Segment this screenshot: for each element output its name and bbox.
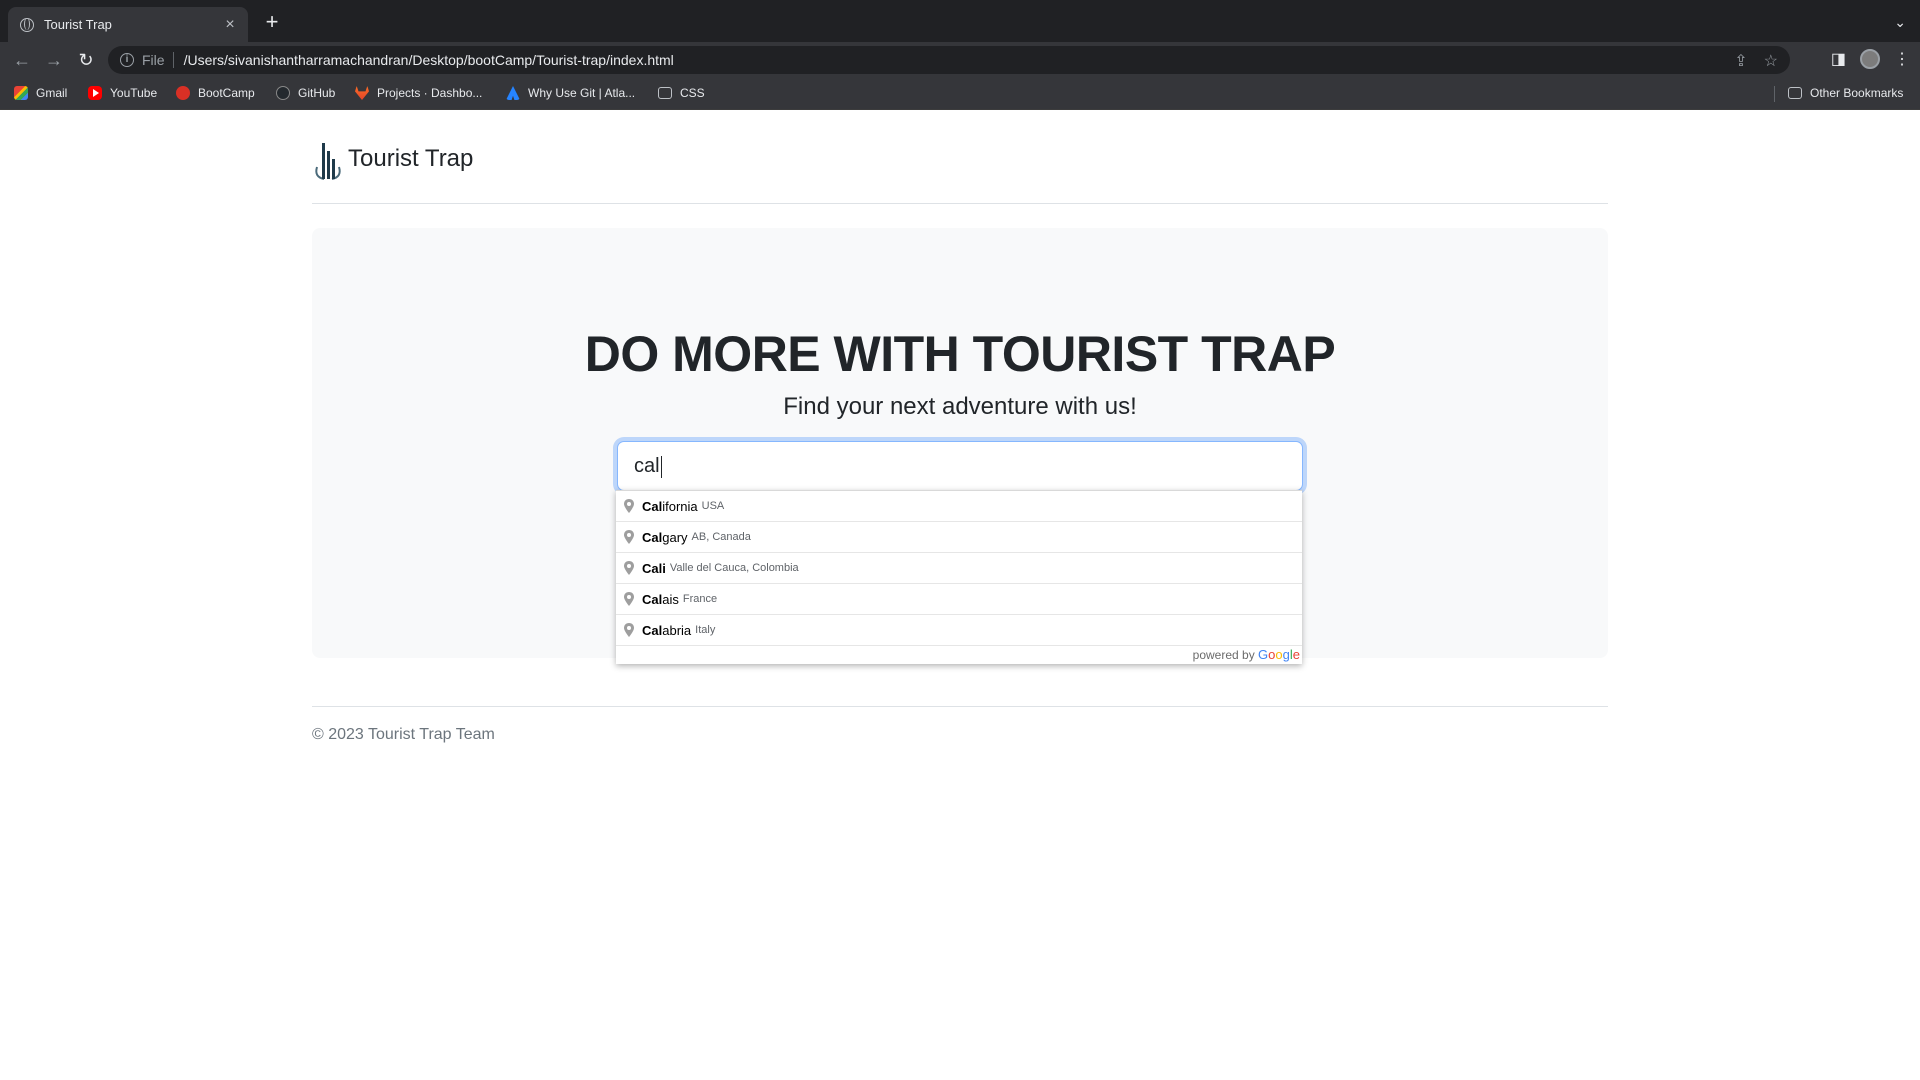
bookmark-projects[interactable]: Projects · Dashbo...	[355, 86, 482, 100]
folder-icon	[658, 87, 672, 99]
gmail-icon	[14, 86, 28, 100]
secondary-text: AB, Canada	[691, 531, 751, 543]
other-bookmarks[interactable]: Other Bookmarks	[1788, 86, 1903, 100]
bookmark-label: GitHub	[298, 86, 336, 100]
bookmark-label: Why Use Git | Atla...	[528, 86, 636, 100]
bookmark-gmail[interactable]: Gmail	[14, 86, 67, 100]
map-pin-icon	[624, 530, 634, 544]
side-panel-icon[interactable]: ◨	[1831, 49, 1846, 69]
url-text[interactable]: /Users/sivanishantharramachandran/Deskto…	[184, 52, 674, 68]
map-pin-icon	[624, 623, 634, 637]
browser-toolbar: ← → ↻ i File /Users/sivanishantharramach…	[0, 42, 1920, 78]
match-text: Cal	[642, 622, 663, 638]
bookmark-label: BootCamp	[198, 86, 255, 100]
bookmarks-bar: Gmail YouTube BootCamp GitHub Projects ·…	[0, 78, 1920, 110]
bookmark-youtube[interactable]: YouTube	[88, 86, 157, 100]
autocomplete-item[interactable]: Cali Valle del Cauca, Colombia	[616, 553, 1302, 584]
tab-title: Tourist Trap	[44, 17, 112, 32]
text-caret	[660, 455, 662, 478]
rest-text: ais	[662, 591, 679, 607]
hero-title: DO MORE WITH TOURIST TRAP	[584, 326, 1336, 382]
gitlab-icon	[355, 86, 369, 100]
footer-divider	[312, 706, 1608, 707]
rest-text: ifornia	[662, 498, 698, 514]
map-pin-icon	[624, 592, 634, 606]
rest-text: gary	[662, 529, 688, 545]
new-tab-button[interactable]: +	[260, 10, 284, 34]
tab-strip: Tourist Trap × + ⌄	[0, 0, 1920, 42]
bookmark-label: CSS	[680, 86, 705, 100]
kebab-menu-icon[interactable]: ⋮	[1894, 49, 1910, 69]
map-pin-icon	[624, 561, 634, 575]
folder-icon	[1788, 87, 1802, 99]
bookmark-bootcamp[interactable]: BootCamp	[176, 86, 255, 100]
close-tab-icon[interactable]: ×	[222, 16, 238, 34]
footer-copyright: © 2023 Tourist Trap Team	[312, 726, 495, 743]
hero-subtitle: Find your next adventure with us!	[783, 393, 1137, 420]
brand-link[interactable]: Tourist Trap	[312, 137, 473, 181]
bootcamp-icon	[176, 86, 190, 100]
bookmark-atlassian[interactable]: Why Use Git | Atla...	[506, 86, 635, 100]
youtube-icon	[88, 86, 102, 100]
autocomplete-item[interactable]: Cal ifornia USA	[616, 491, 1302, 522]
profile-avatar[interactable]	[1860, 49, 1880, 69]
globe-icon	[20, 17, 34, 32]
share-icon[interactable]: ⇪	[1734, 51, 1747, 71]
github-icon	[276, 86, 290, 100]
bookmark-label: Projects · Dashbo...	[377, 86, 483, 100]
browser-tab[interactable]: Tourist Trap ×	[8, 7, 248, 42]
brand-name: Tourist Trap	[348, 145, 474, 172]
reload-icon[interactable]: ↻	[74, 48, 98, 72]
match-text: Cali	[642, 560, 666, 576]
divider	[172, 52, 174, 68]
info-icon[interactable]: i	[120, 53, 134, 67]
divider	[1774, 86, 1775, 102]
autocomplete-dropdown: Cal ifornia USA Cal gary AB, Canada Cali Vall…	[616, 490, 1302, 664]
match-text: Cal	[642, 529, 663, 545]
match-text: Cal	[642, 498, 663, 514]
forward-arrow-icon[interactable]: →	[42, 48, 66, 72]
match-text: Cal	[642, 591, 663, 607]
map-pin-icon	[624, 499, 634, 513]
bookmark-label: Other Bookmarks	[1810, 86, 1904, 100]
bookmark-css[interactable]: CSS	[658, 86, 705, 100]
bookmark-label: YouTube	[110, 86, 158, 100]
address-bar[interactable]: i File /Users/sivanishantharramachandran…	[108, 46, 1790, 74]
search-input-value: cal	[634, 455, 660, 477]
city-logo-icon	[315, 143, 341, 180]
bookmark-label: Gmail	[36, 86, 68, 100]
search-input[interactable]: cal	[617, 441, 1303, 491]
atlassian-icon	[506, 86, 520, 100]
web-page: Tourist Trap DO MORE WITH TOURIST TRAP F…	[0, 111, 1920, 1080]
autocomplete-item[interactable]: Cal abria Italy	[616, 615, 1302, 646]
bookmark-star-icon[interactable]: ☆	[1764, 51, 1778, 71]
autocomplete-item[interactable]: Cal gary AB, Canada	[616, 522, 1302, 553]
header-divider	[312, 203, 1608, 204]
bookmark-github[interactable]: GitHub	[276, 86, 335, 100]
secondary-text: Italy	[695, 624, 716, 636]
rest-text: abria	[662, 622, 692, 638]
secondary-text: Valle del Cauca, Colombia	[669, 562, 799, 574]
back-arrow-icon[interactable]: ←	[10, 48, 34, 72]
powered-by-text: powered by	[1192, 648, 1255, 662]
powered-by-google: powered by Google	[616, 646, 1302, 664]
google-logo: Google	[1258, 647, 1300, 662]
secondary-text: France	[682, 593, 718, 605]
url-scheme: File	[142, 52, 165, 68]
secondary-text: USA	[701, 500, 725, 512]
autocomplete-item[interactable]: Cal ais France	[616, 584, 1302, 615]
tab-search-chevron-icon[interactable]: ⌄	[1894, 14, 1906, 31]
